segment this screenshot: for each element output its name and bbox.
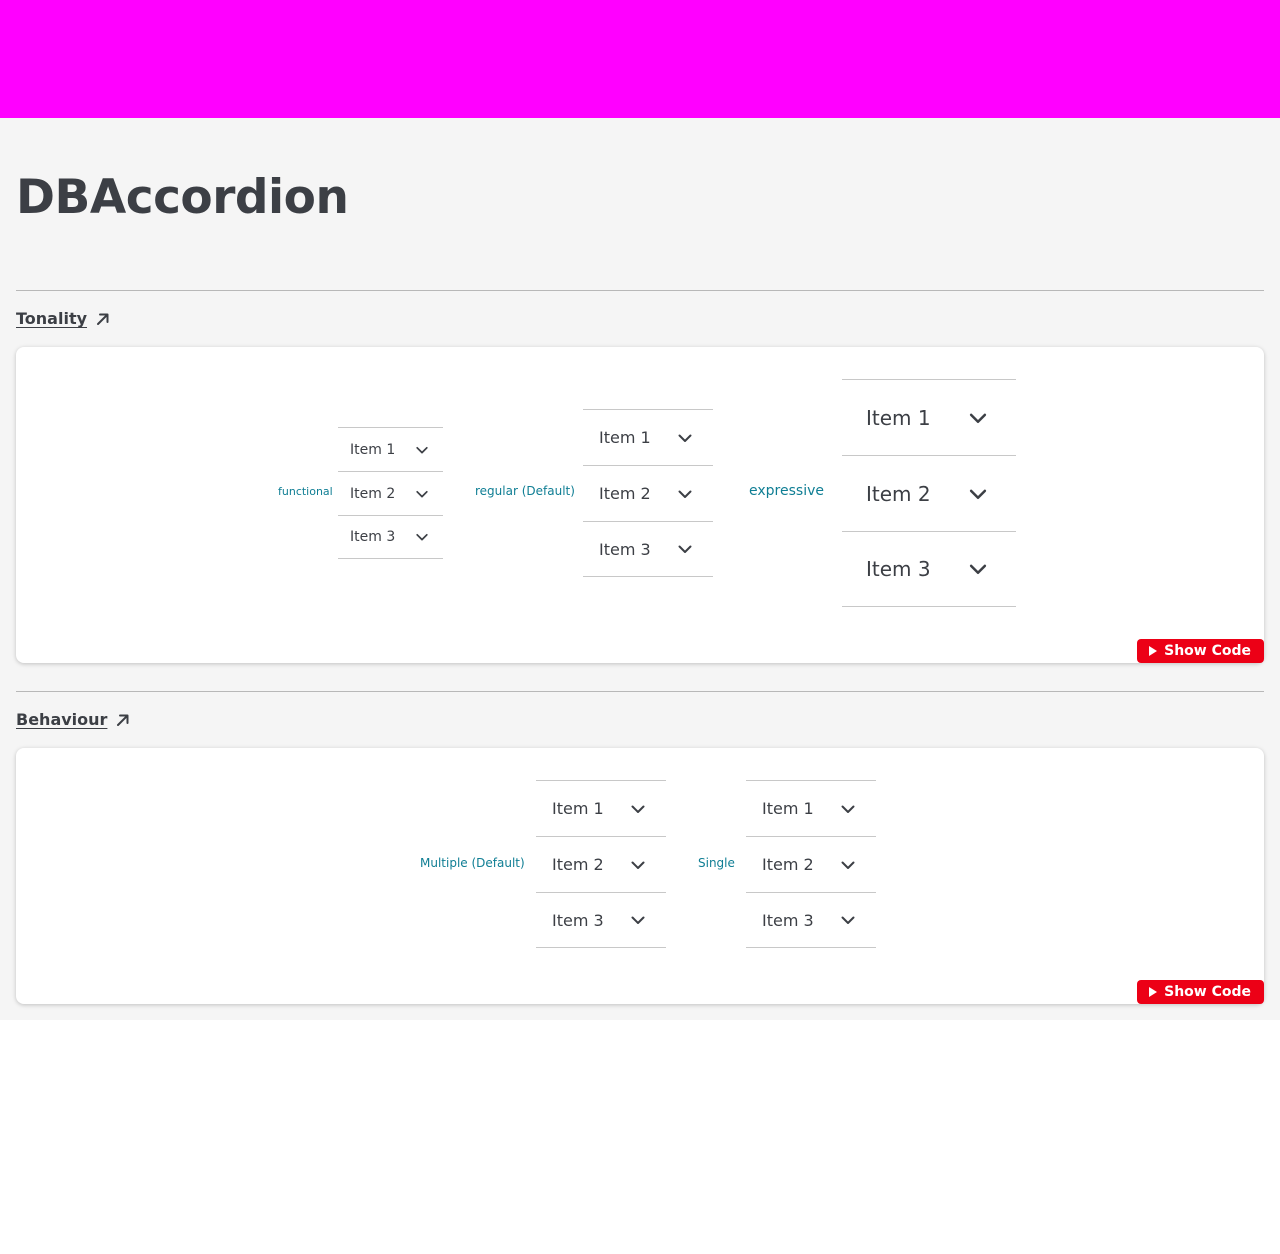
section-title: Tonality xyxy=(16,309,88,328)
chevron-down-icon xyxy=(416,533,428,541)
accordion-item-title: Item 2 xyxy=(866,481,931,506)
variant-label-multiple: Multiple (Default) xyxy=(420,856,525,870)
page-content: DBAccordion Tonality functional Item 1 I… xyxy=(0,118,1280,1020)
accordion-multiple: Item 1 Item 2 Item 3 xyxy=(536,780,666,948)
accordion-item[interactable]: Item 2 xyxy=(746,836,876,892)
accordion-item-title: Item 2 xyxy=(350,485,396,502)
accordion-item-title: Item 1 xyxy=(762,799,814,818)
section-divider xyxy=(16,290,1264,291)
accordion-item[interactable]: Item 1 xyxy=(536,780,666,836)
chevron-down-icon xyxy=(969,413,987,423)
accordion-item-title: Item 2 xyxy=(762,855,814,874)
variant-label-expressive: expressive xyxy=(749,483,824,499)
chevron-down-icon xyxy=(969,489,987,499)
accordion-item[interactable]: Item 3 xyxy=(746,892,876,948)
accordion-item-title: Item 1 xyxy=(350,441,396,458)
accordion-item[interactable]: Item 1 xyxy=(338,427,443,471)
accordion-item[interactable]: Item 2 xyxy=(536,836,666,892)
chevron-down-icon xyxy=(678,545,692,553)
section-link-behaviour[interactable]: Behaviour xyxy=(16,710,131,729)
section-title: Behaviour xyxy=(16,710,108,729)
accordion-item[interactable]: Item 3 xyxy=(338,515,443,559)
chevron-down-icon xyxy=(841,805,855,813)
example-card-behaviour: Multiple (Default) Item 1 Item 2 Item 3 … xyxy=(16,748,1264,1004)
variant-label-regular: regular (Default) xyxy=(475,484,575,498)
accordion-item-title: Item 1 xyxy=(866,405,931,430)
chevron-down-icon xyxy=(678,490,692,498)
accordion-expressive: Item 1 Item 2 Item 3 xyxy=(842,379,1016,607)
accordion-regular: Item 1 Item 2 Item 3 xyxy=(583,409,713,577)
accordion-item[interactable]: Item 3 xyxy=(583,521,713,577)
chevron-down-icon xyxy=(678,434,692,442)
accordion-item[interactable]: Item 1 xyxy=(583,409,713,465)
accordion-single: Item 1 Item 2 Item 3 xyxy=(746,780,876,948)
accordion-item[interactable]: Item 2 xyxy=(583,465,713,521)
variant-label-single: Single xyxy=(698,856,735,870)
accordion-item-title: Item 3 xyxy=(866,557,931,581)
play-icon xyxy=(1149,646,1158,656)
show-code-label: Show Code xyxy=(1164,984,1251,1000)
show-code-label: Show Code xyxy=(1164,643,1251,659)
chevron-down-icon xyxy=(631,805,645,813)
example-card-tonality: functional Item 1 Item 2 Item 3 regular … xyxy=(16,347,1264,663)
chevron-down-icon xyxy=(969,564,987,574)
accordion-item-title: Item 2 xyxy=(599,484,651,503)
accordion-item[interactable]: Item 2 xyxy=(338,471,443,515)
accordion-item[interactable]: Item 1 xyxy=(746,780,876,836)
page-title: DBAccordion xyxy=(16,170,349,225)
chevron-down-icon xyxy=(631,916,645,924)
accordion-item-title: Item 3 xyxy=(762,910,814,930)
show-code-button[interactable]: Show Code xyxy=(1137,980,1264,1004)
top-header-bar xyxy=(0,0,1280,118)
section-link-tonality[interactable]: Tonality xyxy=(16,309,111,328)
arrow-up-right-icon xyxy=(97,313,109,325)
show-code-button[interactable]: Show Code xyxy=(1137,639,1264,663)
arrow-up-right-icon xyxy=(117,714,129,726)
chevron-down-icon xyxy=(416,446,428,453)
variant-label-functional: functional xyxy=(278,485,333,498)
accordion-item[interactable]: Item 3 xyxy=(536,892,666,948)
accordion-item-title: Item 1 xyxy=(599,428,651,447)
chevron-down-icon xyxy=(631,861,645,869)
accordion-item[interactable]: Item 1 xyxy=(842,379,1016,455)
accordion-item[interactable]: Item 2 xyxy=(842,455,1016,531)
accordion-item-title: Item 3 xyxy=(552,910,604,930)
section-divider xyxy=(16,691,1264,692)
play-icon xyxy=(1149,987,1158,997)
chevron-down-icon xyxy=(841,861,855,869)
chevron-down-icon xyxy=(416,490,428,497)
accordion-item-title: Item 2 xyxy=(552,855,604,874)
accordion-item-title: Item 3 xyxy=(599,539,651,559)
accordion-item-title: Item 1 xyxy=(552,799,604,818)
chevron-down-icon xyxy=(841,916,855,924)
accordion-item-title: Item 3 xyxy=(350,529,396,545)
accordion-functional: Item 1 Item 2 Item 3 xyxy=(338,427,443,559)
accordion-item[interactable]: Item 3 xyxy=(842,531,1016,607)
